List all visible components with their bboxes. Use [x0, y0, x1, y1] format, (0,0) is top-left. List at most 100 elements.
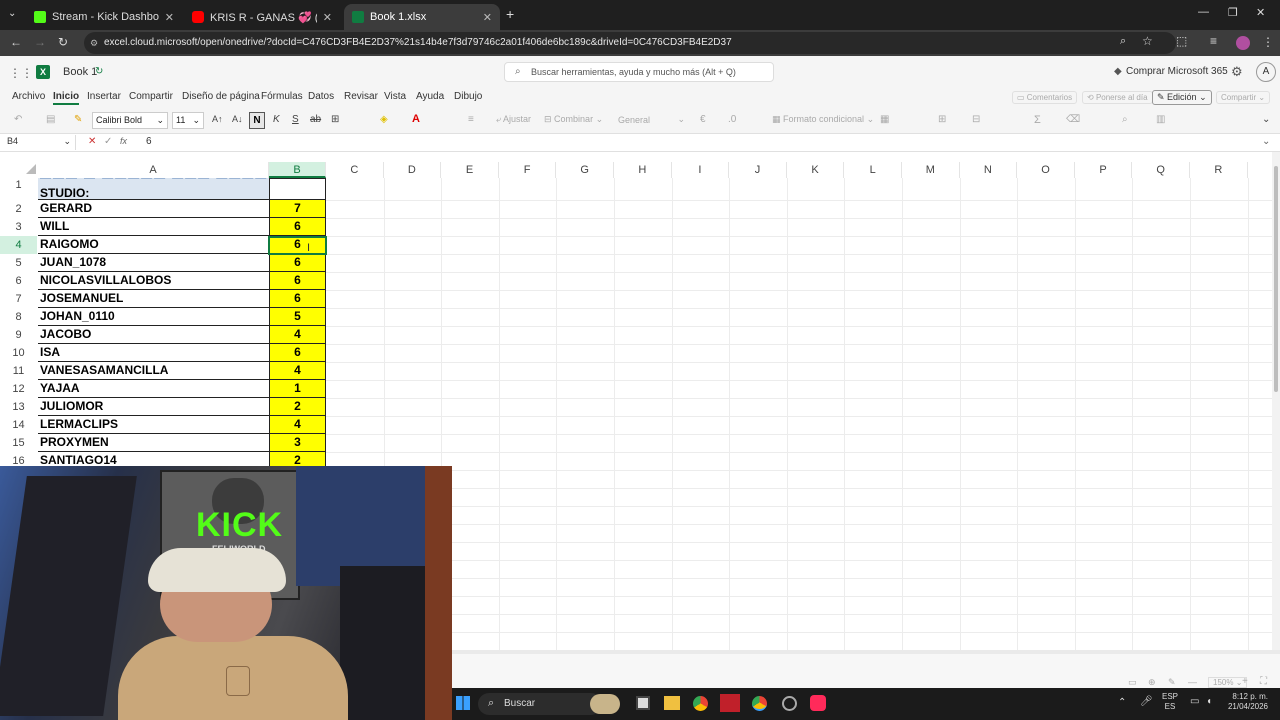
insert-cells-icon[interactable]: ⊞ [938, 114, 946, 125]
tab-datos[interactable]: Datos [308, 91, 334, 102]
cell-name[interactable]: VANESASAMANCILLA [38, 362, 269, 380]
back-icon[interactable]: ← [10, 35, 22, 49]
row-header[interactable]: 15 [0, 434, 37, 452]
fullscreen-icon[interactable]: ⛶ [1260, 676, 1267, 687]
start-windows-icon[interactable] [456, 696, 470, 710]
cell-name[interactable]: JULIOMOR [38, 398, 269, 416]
view-normal-icon[interactable]: ▭ [1128, 677, 1137, 688]
cell-score[interactable]: 6 [269, 218, 326, 236]
row-header[interactable]: 3 [0, 218, 37, 236]
decimal-icon[interactable]: .0 [728, 114, 736, 125]
row-header[interactable]: 5 [0, 254, 37, 272]
font-color-icon[interactable]: A [412, 113, 420, 125]
tab-youtube-video[interactable]: KRIS R - GANAS 💞 (VIDEO OF ✕ [184, 4, 340, 30]
tab-compartir[interactable]: Compartir [129, 91, 173, 102]
cell-name[interactable]: JACOBO [38, 326, 269, 344]
align-icon[interactable]: ≡ [468, 114, 474, 125]
row-header[interactable]: 14 [0, 416, 37, 434]
column-header-n[interactable]: N [959, 162, 1018, 178]
conditional-format-button[interactable]: ▦ Formato condicional ⌄ [772, 114, 874, 125]
url-field[interactable]: ⚙ excel.cloud.microsoft/open/onedrive/?d… [84, 32, 1176, 54]
close-icon[interactable]: ✕ [165, 11, 174, 24]
network-icon[interactable]: ▭ [1190, 696, 1199, 707]
language-indicator[interactable]: ESP ES [1162, 692, 1178, 712]
column-header-q[interactable]: Q [1132, 162, 1190, 178]
catch-up-button[interactable]: ⟲ Ponerse al día [1082, 91, 1153, 104]
horizontal-scrollbar[interactable] [452, 650, 1280, 654]
reload-icon[interactable]: ↻ [58, 35, 68, 49]
cell-name[interactable]: NICOLASVILLALOBOS [38, 272, 269, 290]
browser-menu-icon[interactable]: ⋮ [1262, 35, 1274, 49]
clock[interactable]: 8:12 p. m. 21/04/2026 [1224, 692, 1268, 712]
underline-button[interactable]: S [292, 114, 299, 125]
expand-formula-icon[interactable]: ⌄ [1262, 136, 1270, 147]
vertical-scrollbar[interactable] [1272, 152, 1280, 650]
settings-gear-icon[interactable]: ⚙ [1231, 64, 1243, 80]
chrome-icon[interactable] [693, 696, 708, 711]
name-box[interactable]: B4 ⌄ [4, 135, 76, 150]
row-header[interactable]: 7 [0, 290, 37, 308]
clear-icon[interactable]: ⌫ [1066, 114, 1080, 125]
media-icon[interactable]: ≡ [1210, 34, 1217, 48]
tab-archivo[interactable]: Archivo [12, 91, 45, 102]
cell-score[interactable]: 5 [269, 308, 326, 326]
cell-score[interactable]: 3 [269, 434, 326, 452]
tab-dibujo[interactable]: Dibujo [454, 91, 482, 102]
merge-button[interactable]: ⊟ Combinar ⌄ [544, 114, 603, 125]
column-header-k[interactable]: K [786, 162, 845, 178]
delete-cells-icon[interactable]: ⊟ [972, 114, 980, 125]
book-title[interactable]: Book 1 [63, 66, 97, 78]
share-button[interactable]: Compartir ⌄ [1216, 91, 1271, 104]
column-header-r[interactable]: R [1190, 162, 1248, 178]
row-header[interactable]: 11 [0, 362, 37, 380]
bookmark-star-icon[interactable]: ☆ [1142, 34, 1153, 48]
profile-avatar[interactable] [1236, 36, 1250, 50]
table-format-icon[interactable]: ▦ [880, 114, 889, 125]
formula-input[interactable]: 6 [146, 136, 152, 147]
cell-score[interactable]: 1 [269, 380, 326, 398]
confirm-icon[interactable]: ✓ [104, 136, 112, 147]
font-select[interactable]: Calibri Bold ⌄ [92, 112, 168, 129]
tab-book1-xlsx[interactable]: Book 1.xlsx ✕ [344, 4, 500, 30]
editing-mode-button[interactable]: ✎ Edición ⌄ [1152, 90, 1212, 105]
taskbar-search[interactable]: ⌕ Buscar [478, 693, 602, 715]
column-header-g[interactable]: G [556, 162, 614, 178]
microphone-icon[interactable]: 🎤︎ [1140, 696, 1153, 707]
column-header-m[interactable]: M [902, 162, 960, 178]
cell-score[interactable]: 7 [269, 200, 326, 218]
widgets-icon[interactable] [590, 694, 620, 714]
merged-title-cell[interactable]: ▬▬▬ ▬ ▬▬▬▬▬ ▬▬▬ ▬▬▬▬▬▬ ▬▬ ▬▬▬ STUDIO: [38, 178, 269, 200]
cancel-icon[interactable]: ✕ [88, 136, 96, 147]
cell-score[interactable]: 6 [269, 290, 326, 308]
tab-formulas[interactable]: Fórmulas [261, 91, 303, 102]
cell-name[interactable]: GERARD [38, 200, 269, 218]
row-header[interactable]: 6 [0, 272, 37, 290]
tab-vista[interactable]: Vista [384, 91, 406, 102]
cell-score[interactable]: 4 [269, 416, 326, 434]
column-header-j[interactable]: J [729, 162, 787, 178]
cell-score[interactable]: 2 [269, 398, 326, 416]
borders-icon[interactable]: ⊞ [331, 114, 339, 125]
cell-name[interactable]: RAIGOMO [38, 236, 269, 254]
extensions-icon[interactable]: ⬚ [1176, 34, 1187, 48]
row-header[interactable]: 9 [0, 326, 37, 344]
feedback-icon[interactable]: ✎ [1168, 677, 1176, 688]
tab-inicio[interactable]: Inicio [53, 91, 80, 105]
column-header-d[interactable]: D [383, 162, 442, 178]
new-tab-icon[interactable]: + [506, 6, 514, 22]
column-header-h[interactable]: H [614, 162, 672, 178]
number-format-select[interactable]: General ⌄ [614, 112, 688, 129]
close-icon[interactable]: ✕ [323, 11, 332, 24]
column-header-c[interactable]: C [326, 162, 384, 178]
paste-icon[interactable]: ▤ [46, 114, 55, 125]
volume-icon[interactable]: ◖ [1206, 696, 1212, 707]
currency-icon[interactable]: € [700, 114, 706, 125]
row-header[interactable]: 2 [0, 200, 37, 218]
maximize-icon[interactable]: ❐ [1228, 6, 1238, 19]
format-painter-icon[interactable]: ✎ [74, 114, 82, 125]
wrap-text-button[interactable]: ⤶ Ajustar [496, 114, 531, 125]
cell-score[interactable]: 6 [269, 344, 326, 362]
cell-name[interactable]: PROXYMEN [38, 434, 269, 452]
cell-name[interactable]: YAJAA [38, 380, 269, 398]
column-header-b[interactable]: B [269, 162, 326, 178]
